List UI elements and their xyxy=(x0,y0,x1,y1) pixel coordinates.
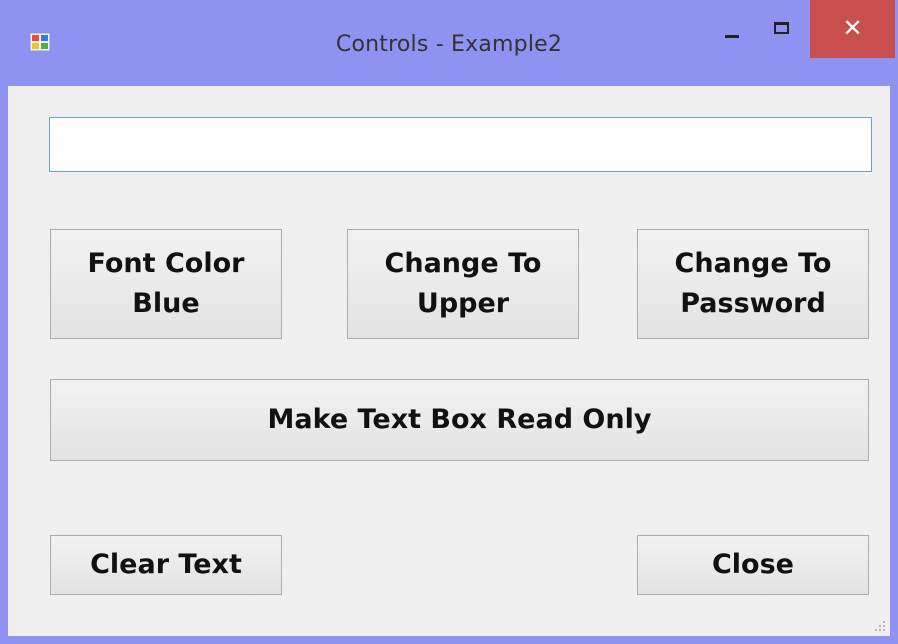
form-client-area: Font Color Blue Change To Upper Change T… xyxy=(8,86,890,636)
font-color-blue-label: Font Color Blue xyxy=(88,244,245,324)
maximize-button[interactable] xyxy=(760,0,810,58)
clear-text-button[interactable]: Clear Text xyxy=(50,535,282,595)
font-color-line2: Blue xyxy=(132,288,200,319)
maximize-icon xyxy=(774,22,789,34)
change-upper-line2: Upper xyxy=(416,288,510,319)
change-upper-line1: Change To xyxy=(384,248,542,279)
minimize-icon xyxy=(725,35,739,38)
close-icon: ✕ xyxy=(842,14,863,42)
clear-text-label: Clear Text xyxy=(90,549,242,580)
font-color-line1: Font Color xyxy=(87,248,245,279)
make-read-only-label: Make Text Box Read Only xyxy=(267,404,652,435)
change-to-password-label: Change To Password xyxy=(675,244,832,324)
make-read-only-button[interactable]: Make Text Box Read Only xyxy=(50,379,869,461)
change-to-password-button[interactable]: Change To Password xyxy=(637,229,869,339)
change-password-line2: Password xyxy=(680,288,826,319)
minimize-button[interactable] xyxy=(706,0,760,58)
change-password-line1: Change To xyxy=(674,248,832,279)
close-button[interactable]: Close xyxy=(637,535,869,595)
font-color-blue-button[interactable]: Font Color Blue xyxy=(50,229,282,339)
change-to-upper-button[interactable]: Change To Upper xyxy=(347,229,579,339)
close-window-button[interactable]: ✕ xyxy=(810,0,895,58)
resize-grip-icon[interactable] xyxy=(872,618,886,632)
app-window: Controls - Example2 ✕ Font Color Blue Ch… xyxy=(0,0,898,644)
main-text-box[interactable] xyxy=(49,117,872,172)
title-bar[interactable]: Controls - Example2 ✕ xyxy=(0,0,898,86)
change-to-upper-label: Change To Upper xyxy=(385,244,542,324)
close-label: Close xyxy=(711,549,794,580)
